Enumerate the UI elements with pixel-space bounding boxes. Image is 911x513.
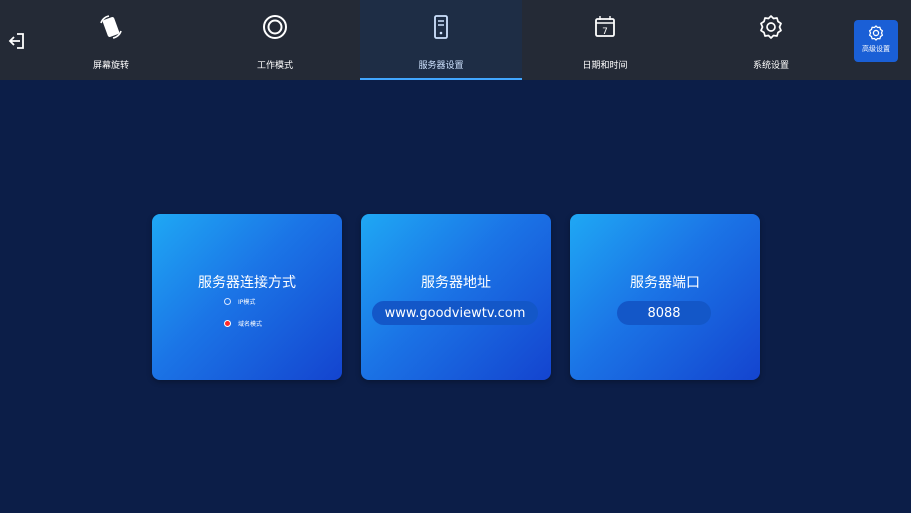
- radio-button-selected[interactable]: [224, 320, 231, 327]
- tab-label: 屏幕旋转: [92, 61, 129, 71]
- advanced-settings-label: 高级设置: [862, 45, 890, 53]
- connection-method-card: 服务器连接方式 IP模式 域名模式: [152, 214, 342, 380]
- screen-rotate-icon: [96, 12, 126, 42]
- card-title: 服务器连接方式: [198, 275, 296, 291]
- server-address-field[interactable]: www.goodviewtv.com: [372, 301, 538, 325]
- advanced-settings-button[interactable]: 高级设置: [854, 20, 898, 62]
- tab-work-mode[interactable]: 工作模式: [194, 0, 356, 80]
- work-mode-icon: [260, 12, 290, 42]
- tab-system-settings[interactable]: 系统设置: [690, 0, 852, 80]
- radio-label: 域名模式: [238, 321, 263, 328]
- tab-label: 服务器设置: [418, 61, 464, 71]
- card-title: 服务器端口: [630, 275, 700, 291]
- exit-icon: [8, 33, 24, 49]
- tab-server-settings[interactable]: 服务器设置: [360, 0, 522, 80]
- card-title: 服务器地址: [421, 275, 491, 291]
- gear-icon: [756, 12, 786, 42]
- radio-ip-mode[interactable]: IP模式: [224, 297, 255, 306]
- server-port-field[interactable]: 8088: [617, 301, 711, 325]
- tab-date-time[interactable]: 7 日期和时间: [524, 0, 686, 80]
- server-icon: [426, 12, 456, 42]
- tab-label: 系统设置: [752, 61, 789, 71]
- server-address-card: 服务器地址 www.goodviewtv.com: [361, 214, 551, 380]
- tab-screen-rotation[interactable]: 屏幕旋转: [30, 0, 192, 80]
- gear-icon: [868, 25, 884, 41]
- server-port-card: 服务器端口 8088: [570, 214, 760, 380]
- svg-text:7: 7: [602, 27, 608, 37]
- radio-button[interactable]: [224, 298, 231, 305]
- radio-domain-mode[interactable]: 域名模式: [224, 319, 262, 328]
- calendar-icon: 7: [590, 12, 620, 42]
- exit-button[interactable]: [4, 28, 30, 54]
- tab-label: 日期和时间: [582, 61, 628, 71]
- tab-label: 工作模式: [256, 61, 293, 71]
- radio-label: IP模式: [238, 299, 256, 306]
- top-navigation-bar: 屏幕旋转 工作模式 服务器设置 7 日期和时间 系统设置 高级设置: [0, 0, 911, 80]
